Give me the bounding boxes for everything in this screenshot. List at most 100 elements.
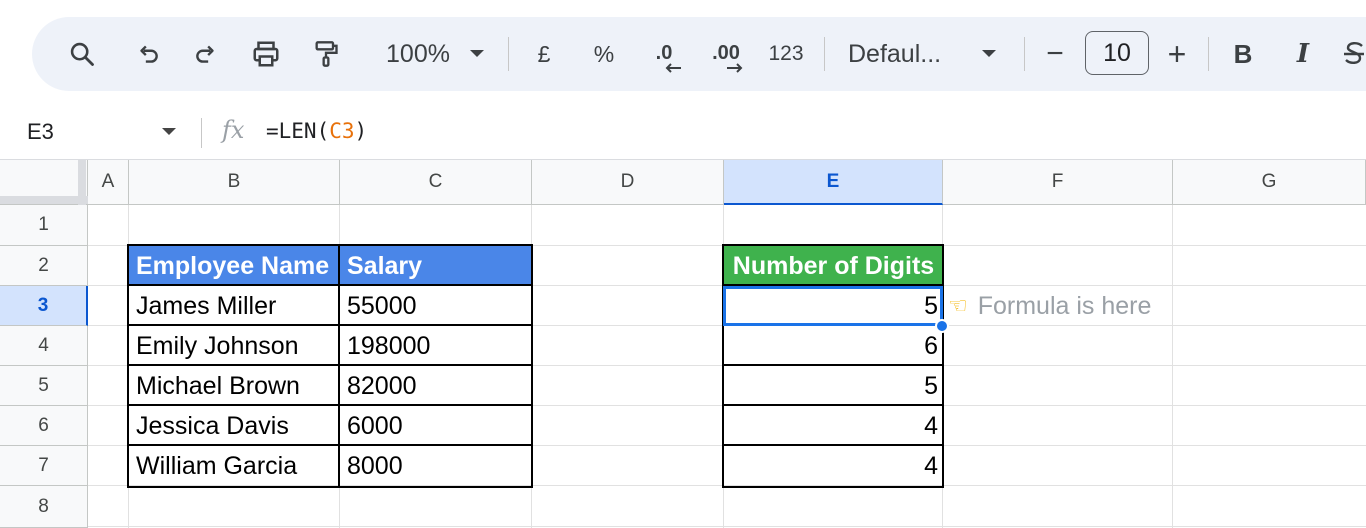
cell-c3[interactable]: 55000 [340,286,532,326]
increase-decimal-button[interactable]: .00 [704,17,748,91]
formula-bar: E3 fx =LEN(C3) [0,106,1366,160]
cell-e6[interactable]: 4 [724,406,943,446]
arrow-right-icon [727,63,743,73]
row-header-1[interactable]: 1 [0,205,88,246]
print-button[interactable] [246,17,286,91]
decrease-font-size-button[interactable]: − [1040,17,1070,91]
active-cell-selection[interactable] [723,286,943,326]
toolbar-divider [1208,37,1209,71]
cell-b6[interactable]: Jessica Davis [129,406,340,446]
formula-bar-divider [201,118,202,148]
caret-down-icon [982,50,996,57]
toolbar: 100% £ % .0 .00 123 Defaul... − 10 + B I [32,17,1366,91]
cell-c6[interactable]: 6000 [340,406,532,446]
gridline [88,526,1366,527]
cell-c7[interactable]: 8000 [340,446,532,486]
decrease-decimal-button[interactable]: .0 [644,17,684,91]
italic-icon: I [1296,39,1310,69]
column-header-c[interactable]: C [340,160,532,205]
cell-b7[interactable]: William Garcia [129,446,340,486]
decrease-decimal-label: .0 [655,42,673,64]
increase-font-size-button[interactable]: + [1162,17,1192,91]
row-header-6[interactable]: 6 [0,406,88,446]
note-text: Formula is here [977,291,1152,320]
table-border-line [722,364,944,366]
cell-e7[interactable]: 4 [724,446,943,486]
row-header-7[interactable]: 7 [0,446,88,486]
cell-c4[interactable]: 198000 [340,326,532,366]
redo-icon [196,45,214,63]
row-header-3[interactable]: 3 [0,286,88,326]
row-header-4[interactable]: 4 [0,326,88,366]
column-header-b[interactable]: B [129,160,340,205]
column-header-g[interactable]: G [1173,160,1366,205]
table-border-line [127,364,533,366]
table-border-line [127,324,533,326]
column-header-d[interactable]: D [532,160,724,205]
row-header-2[interactable]: 2 [0,246,88,286]
table-border-line [338,244,340,488]
row-header-5[interactable]: 5 [0,366,88,406]
zoom-value: 100% [386,39,450,68]
row-header-8[interactable]: 8 [0,486,88,528]
formula-input[interactable]: =LEN(C3) [266,119,367,143]
currency-format-button[interactable]: £ [528,17,560,91]
zoom-dropdown-button[interactable] [462,17,492,91]
table-border-line [127,284,533,286]
bold-icon: B [1233,38,1253,69]
pointing-hand-icon: ☜ [948,293,968,318]
column-header-e[interactable]: E [724,160,943,205]
percent-label: % [593,40,615,67]
cell-f3-note[interactable]: ☜ Formula is here [948,286,1151,326]
select-all-corner[interactable] [0,160,88,205]
font-size-input[interactable]: 10 [1085,31,1149,75]
gridline [1172,205,1173,528]
more-formats-button[interactable]: 123 [764,17,808,91]
toolbar-divider [508,37,509,71]
minus-icon: − [1046,37,1064,70]
search-icon [70,42,94,66]
undo-button[interactable] [128,17,168,91]
font-dropdown-button[interactable] [974,17,1004,91]
italic-button[interactable]: I [1288,17,1318,91]
cell-b5[interactable]: Michael Brown [129,366,340,406]
print-icon [253,41,279,67]
increase-decimal-label: .00 [712,42,740,64]
undo-icon [140,45,158,63]
formula-cell-reference: C3 [329,119,355,143]
name-box-dropdown-icon[interactable] [162,128,176,135]
strikethrough-button[interactable] [1342,17,1366,91]
table-border-line [722,404,944,406]
toolbar-area: 100% £ % .0 .00 123 Defaul... − 10 + B I [0,0,1366,106]
fx-icon: fx [222,116,245,144]
table-border-line [722,444,944,446]
paint-format-icon [315,41,338,67]
freeze-row-handle[interactable] [0,196,88,204]
cell-e2-header[interactable]: Number of Digits [724,246,943,286]
name-box[interactable]: E3 [27,119,54,145]
search-menus-button[interactable] [62,17,102,91]
percent-format-button[interactable]: % [588,17,620,91]
cell-c5[interactable]: 82000 [340,366,532,406]
column-header-a[interactable]: A [88,160,129,205]
bold-button[interactable]: B [1228,17,1258,91]
font-name: Defaul... [848,39,942,68]
cell-b2-header[interactable]: Employee Name [129,246,340,286]
toolbar-divider [824,37,825,71]
table-border-line [127,444,533,446]
cell-c2-header[interactable]: Salary [340,246,532,286]
plus-icon: + [1167,35,1187,72]
cell-e5[interactable]: 5 [724,366,943,406]
fill-handle[interactable] [935,319,949,333]
redo-button[interactable] [186,17,226,91]
spreadsheet-grid: A B C D E F G 1 2 3 4 5 6 7 8 Employee N… [0,160,1366,528]
number-format-label: 123 [768,42,804,65]
formula-prefix: =LEN( [266,119,330,143]
paint-format-button[interactable] [306,17,346,91]
column-header-f[interactable]: F [943,160,1173,205]
cell-b4[interactable]: Emily Johnson [129,326,340,366]
cell-e4[interactable]: 6 [724,326,943,366]
cell-b3[interactable]: James Miller [129,286,340,326]
zoom-select[interactable]: 100% [368,17,468,91]
font-select[interactable]: Defaul... [848,17,958,91]
